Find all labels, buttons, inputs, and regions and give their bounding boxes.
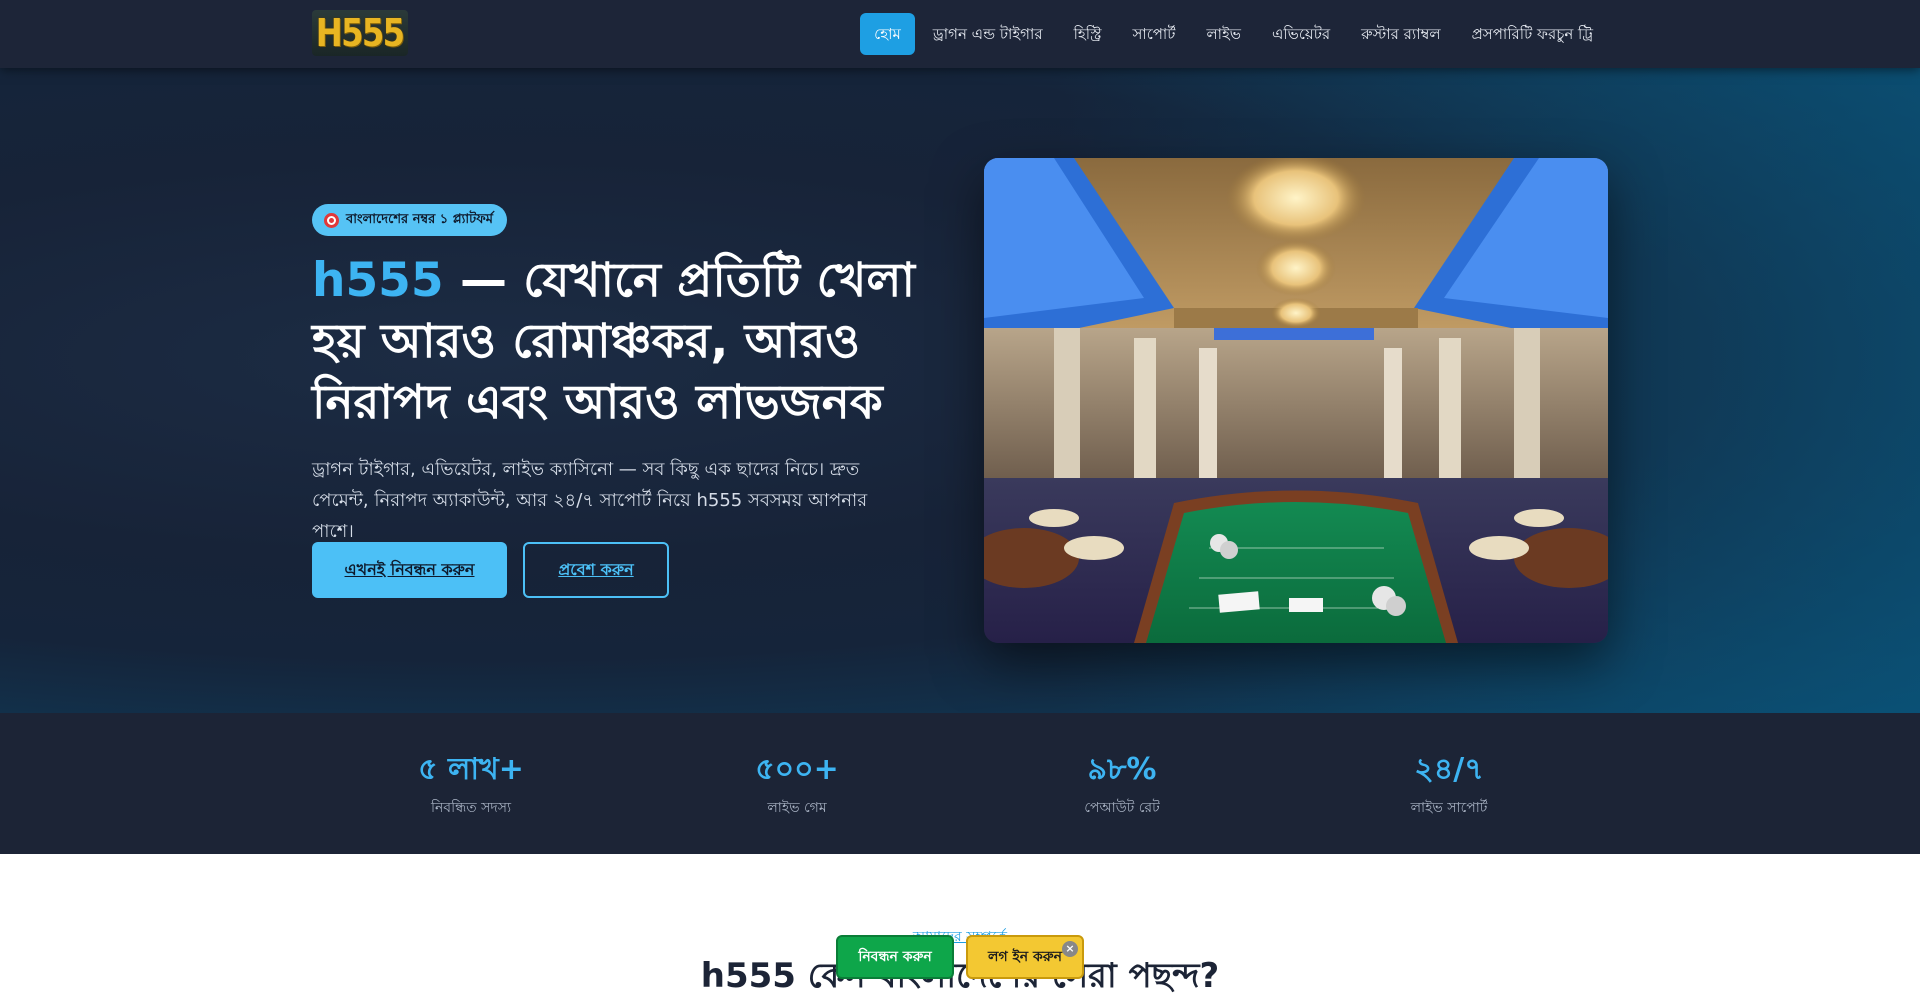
nav-item-live[interactable]: লাইভ bbox=[1191, 13, 1256, 55]
floating-login-button[interactable]: লগ ইন করুন × bbox=[966, 935, 1084, 979]
floating-action-bar: নিবন্ধন করুন লগ ইন করুন × bbox=[836, 935, 1084, 979]
stat-label: লাইভ গেম bbox=[767, 800, 827, 816]
nav-item-dragon-tiger[interactable]: ড্রাগন এন্ড টাইগার bbox=[918, 13, 1058, 55]
hero-glow bbox=[0, 68, 1920, 713]
stats-section bbox=[0, 713, 1920, 854]
stat-value: ৫০০+ bbox=[755, 752, 839, 787]
nav-item-home[interactable]: হোম bbox=[860, 13, 915, 55]
hero-badge: বাংলাদেশের নম্বর ১ প্ল্যাটফর্ম bbox=[312, 204, 507, 236]
enter-button[interactable]: প্রবেশ করুন bbox=[523, 542, 669, 598]
stat-live-support: ২৪/৭ লাইভ সাপোর্ট bbox=[1329, 752, 1569, 820]
register-now-button[interactable]: এখনই নিবন্ধন করুন bbox=[312, 542, 507, 598]
stat-payout-rate: ৯৮% পেআউট রেট bbox=[1002, 752, 1242, 820]
stat-members: ৫ লাখ+ নিবন্ধিত সদস্য bbox=[351, 752, 591, 820]
stat-value: ৫ লাখ+ bbox=[418, 752, 524, 787]
hero-title-brand: h555 bbox=[312, 253, 444, 308]
stat-value: ২৪/৭ bbox=[1414, 752, 1484, 787]
stat-value: ৯৮% bbox=[1087, 752, 1157, 787]
stat-label: লাইভ সাপোর্ট bbox=[1410, 800, 1488, 816]
nav-item-rooster-rumble[interactable]: রুস্টার র‍্যাম্বল bbox=[1346, 13, 1455, 55]
casino-hall-image bbox=[984, 158, 1608, 643]
nav-item-aviator[interactable]: এভিয়েটর bbox=[1257, 13, 1345, 55]
nav-item-history[interactable]: হিস্ট্রি bbox=[1059, 13, 1117, 55]
stat-label: নিবন্ধিত সদস্য bbox=[430, 800, 512, 816]
floating-login-label: লগ ইন করুন bbox=[988, 949, 1062, 965]
stat-label: পেআউট রেট bbox=[1084, 800, 1160, 816]
site-logo[interactable]: H555 bbox=[312, 10, 408, 56]
nav-item-support[interactable]: সাপোর্ট bbox=[1117, 13, 1190, 55]
stat-live-games: ৫০০+ লাইভ গেম bbox=[677, 752, 917, 820]
hero-title: h555 — যেখানে প্রতিটি খেলা হয় আরও রোমাঞ… bbox=[312, 250, 932, 433]
main-nav: হোম ড্রাগন এন্ড টাইগার হিস্ট্রি সাপোর্ট … bbox=[859, 13, 1608, 55]
floating-register-button[interactable]: নিবন্ধন করুন bbox=[836, 935, 954, 979]
hero-badge-label: বাংলাদেশের নম্বর ১ প্ল্যাটফর্ম bbox=[346, 211, 493, 227]
close-icon[interactable]: × bbox=[1062, 941, 1078, 957]
site-header: H555 হোম ড্রাগন এন্ড টাইগার হিস্ট্রি সাপ… bbox=[0, 0, 1920, 68]
logo-text: H555 bbox=[316, 11, 405, 55]
target-icon bbox=[324, 212, 339, 228]
nav-item-prosperity-fortune-tree[interactable]: প্রসপারিটি ফরচুন ট্রি bbox=[1457, 13, 1608, 55]
hero-subtitle: ড্রাগন টাইগার, এভিয়েটর, লাইভ ক্যাসিনো —… bbox=[312, 459, 868, 542]
